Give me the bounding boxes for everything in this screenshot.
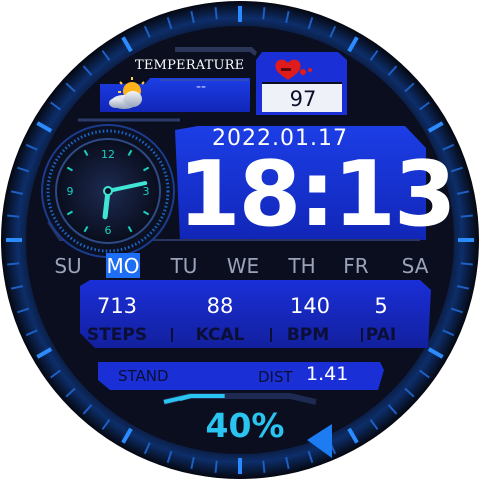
- kcal-value: 88: [206, 294, 234, 318]
- watch-face: 12 3 6 9 TEMPERATURE -- 97 2022.01.17 18…: [0, 0, 480, 480]
- weekday-tu: TU: [170, 254, 198, 278]
- analog-clock: 12 3 6 9: [41, 124, 175, 258]
- clock-numeral-9: 9: [67, 185, 74, 198]
- battery-percent: 40%: [205, 406, 285, 445]
- clock-numeral-12: 12: [101, 148, 115, 161]
- heart-rate-value: 97: [289, 87, 317, 111]
- bezel-tick: [460, 214, 473, 218]
- clock-numeral-3: 3: [143, 185, 150, 198]
- time-display: 18:13: [178, 142, 456, 247]
- bezel-tick: [262, 460, 266, 473]
- steps-label: STEPS: [86, 325, 148, 345]
- distance-value: 1.41: [306, 363, 349, 385]
- weekday-su: SU: [54, 254, 82, 278]
- bezel-tick: [214, 7, 218, 20]
- weekday-we: WE: [226, 254, 260, 278]
- weekday-fr: FR: [343, 254, 369, 278]
- weekday-sa: SA: [401, 254, 429, 278]
- bezel-tick: [214, 460, 218, 473]
- bezel-tick: [460, 262, 473, 266]
- bezel-tick: [7, 214, 20, 218]
- distance-label: DIST: [258, 368, 293, 386]
- pai-value: 5: [374, 294, 388, 318]
- temperature-value: --: [195, 79, 207, 95]
- kcal-label: KCAL: [195, 325, 245, 345]
- bezel-tick: [7, 262, 20, 266]
- bpm-value: 140: [289, 294, 331, 318]
- weekday-mo: MO: [106, 254, 140, 278]
- weekday-th: TH: [288, 254, 316, 278]
- steps-value: 713: [96, 294, 138, 318]
- clock-numeral-6: 6: [105, 224, 112, 237]
- bpm-label: BPM: [286, 325, 330, 345]
- temperature-label: TEMPERATURE: [135, 58, 245, 73]
- stand-label: STAND: [118, 367, 169, 385]
- pai-label: PAI: [365, 325, 397, 345]
- bezel-tick: [262, 7, 266, 20]
